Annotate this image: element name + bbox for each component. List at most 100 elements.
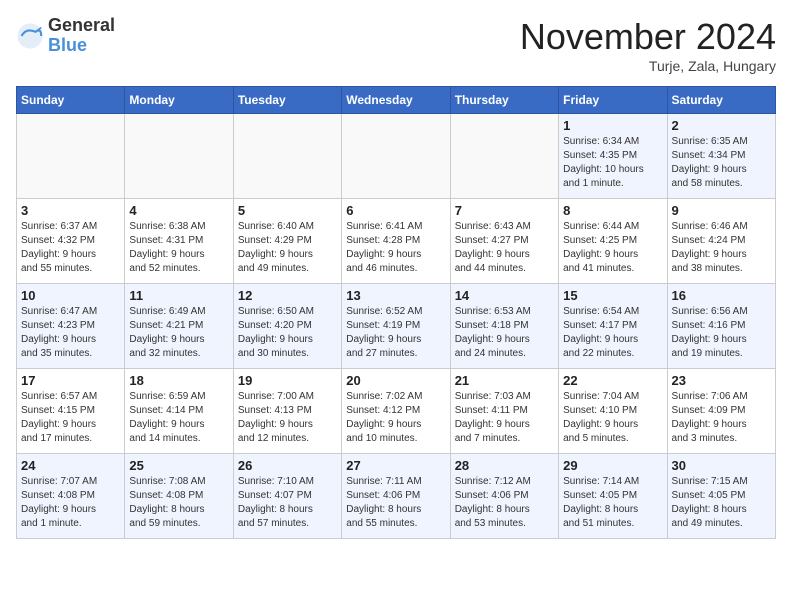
day-cell: 15 Sunrise: 6:54 AM Sunset: 4:17 PM Dayli… bbox=[559, 284, 667, 369]
header-row: SundayMondayTuesdayWednesdayThursdayFrid… bbox=[17, 87, 776, 114]
day-info: Sunrise: 6:49 AM Sunset: 4:21 PM Dayligh… bbox=[129, 305, 228, 361]
day-cell: 24 Sunrise: 7:07 AM Sunset: 4:08 PM Dayli… bbox=[17, 454, 125, 539]
header-cell-sunday: Sunday bbox=[17, 87, 125, 114]
day-info: Sunrise: 6:57 AM Sunset: 4:15 PM Dayligh… bbox=[21, 390, 120, 446]
week-row-1: 3Sunrise: 6:37 AM Sunset: 4:32 PM Daylig… bbox=[17, 199, 776, 284]
day-cell: 11 Sunrise: 6:49 AM Sunset: 4:21 PM Dayli… bbox=[125, 284, 233, 369]
day-cell bbox=[17, 114, 125, 199]
day-info: Sunrise: 6:47 AM Sunset: 4:23 PM Dayligh… bbox=[21, 305, 120, 361]
calendar-body: 1Sunrise: 6:34 AM Sunset: 4:35 PM Daylig… bbox=[17, 114, 776, 539]
day-cell bbox=[233, 114, 341, 199]
day-number: 9 bbox=[672, 203, 771, 218]
day-cell: 4 Sunrise: 6:38 AM Sunset: 4:31 PM Daylig… bbox=[125, 199, 233, 284]
day-number: 11 bbox=[129, 288, 228, 303]
day-cell bbox=[342, 114, 450, 199]
day-info: Sunrise: 6:54 AM Sunset: 4:17 PM Dayligh… bbox=[563, 305, 662, 361]
day-info: Sunrise: 7:06 AM Sunset: 4:09 PM Dayligh… bbox=[672, 390, 771, 446]
header-cell-friday: Friday bbox=[559, 87, 667, 114]
day-info: Sunrise: 7:10 AM Sunset: 4:07 PM Dayligh… bbox=[238, 475, 337, 531]
logo-blue: Blue bbox=[48, 36, 115, 56]
day-info: Sunrise: 6:44 AM Sunset: 4:25 PM Dayligh… bbox=[563, 220, 662, 276]
day-info: Sunrise: 6:40 AM Sunset: 4:29 PM Dayligh… bbox=[238, 220, 337, 276]
day-info: Sunrise: 6:34 AM Sunset: 4:35 PM Dayligh… bbox=[563, 135, 662, 191]
day-info: Sunrise: 6:53 AM Sunset: 4:18 PM Dayligh… bbox=[455, 305, 554, 361]
day-number: 4 bbox=[129, 203, 228, 218]
day-info: Sunrise: 6:52 AM Sunset: 4:19 PM Dayligh… bbox=[346, 305, 445, 361]
day-number: 19 bbox=[238, 373, 337, 388]
day-cell: 25Sunrise: 7:08 AM Sunset: 4:08 PM Dayli… bbox=[125, 454, 233, 539]
day-number: 24 bbox=[21, 458, 120, 473]
logo-general: General bbox=[48, 16, 115, 36]
day-cell: 29 Sunrise: 7:14 AM Sunset: 4:05 PM Dayli… bbox=[559, 454, 667, 539]
title-block: November 2024 Turje, Zala, Hungary bbox=[520, 16, 776, 74]
day-number: 16 bbox=[672, 288, 771, 303]
day-cell: 18 Sunrise: 6:59 AM Sunset: 4:14 PM Dayli… bbox=[125, 369, 233, 454]
day-number: 25 bbox=[129, 458, 228, 473]
day-cell: 28 Sunrise: 7:12 AM Sunset: 4:06 PM Dayli… bbox=[450, 454, 558, 539]
day-info: Sunrise: 6:59 AM Sunset: 4:14 PM Dayligh… bbox=[129, 390, 228, 446]
day-info: Sunrise: 7:03 AM Sunset: 4:11 PM Dayligh… bbox=[455, 390, 554, 446]
day-info: Sunrise: 7:12 AM Sunset: 4:06 PM Dayligh… bbox=[455, 475, 554, 531]
day-cell: 12 Sunrise: 6:50 AM Sunset: 4:20 PM Dayli… bbox=[233, 284, 341, 369]
day-info: Sunrise: 6:46 AM Sunset: 4:24 PM Dayligh… bbox=[672, 220, 771, 276]
week-row-3: 17Sunrise: 6:57 AM Sunset: 4:15 PM Dayli… bbox=[17, 369, 776, 454]
day-cell bbox=[125, 114, 233, 199]
day-info: Sunrise: 7:14 AM Sunset: 4:05 PM Dayligh… bbox=[563, 475, 662, 531]
calendar-header: SundayMondayTuesdayWednesdayThursdayFrid… bbox=[17, 87, 776, 114]
day-number: 5 bbox=[238, 203, 337, 218]
day-cell: 3Sunrise: 6:37 AM Sunset: 4:32 PM Daylig… bbox=[17, 199, 125, 284]
day-info: Sunrise: 6:43 AM Sunset: 4:27 PM Dayligh… bbox=[455, 220, 554, 276]
day-number: 12 bbox=[238, 288, 337, 303]
day-number: 27 bbox=[346, 458, 445, 473]
day-number: 15 bbox=[563, 288, 662, 303]
day-cell: 23Sunrise: 7:06 AM Sunset: 4:09 PM Dayli… bbox=[667, 369, 775, 454]
header-cell-monday: Monday bbox=[125, 87, 233, 114]
day-cell: 7Sunrise: 6:43 AM Sunset: 4:27 PM Daylig… bbox=[450, 199, 558, 284]
day-info: Sunrise: 6:35 AM Sunset: 4:34 PM Dayligh… bbox=[672, 135, 771, 191]
day-info: Sunrise: 7:07 AM Sunset: 4:08 PM Dayligh… bbox=[21, 475, 120, 531]
page-header: General Blue November 2024 Turje, Zala, … bbox=[16, 16, 776, 74]
day-number: 6 bbox=[346, 203, 445, 218]
day-cell bbox=[450, 114, 558, 199]
day-info: Sunrise: 6:50 AM Sunset: 4:20 PM Dayligh… bbox=[238, 305, 337, 361]
week-row-4: 24 Sunrise: 7:07 AM Sunset: 4:08 PM Dayli… bbox=[17, 454, 776, 539]
month-title: November 2024 bbox=[520, 16, 776, 58]
logo-icon bbox=[16, 22, 44, 50]
day-number: 18 bbox=[129, 373, 228, 388]
day-info: Sunrise: 7:00 AM Sunset: 4:13 PM Dayligh… bbox=[238, 390, 337, 446]
day-number: 26 bbox=[238, 458, 337, 473]
day-number: 28 bbox=[455, 458, 554, 473]
day-cell: 22Sunrise: 7:04 AM Sunset: 4:10 PM Dayli… bbox=[559, 369, 667, 454]
day-cell: 26 Sunrise: 7:10 AM Sunset: 4:07 PM Dayli… bbox=[233, 454, 341, 539]
day-cell: 16 Sunrise: 6:56 AM Sunset: 4:16 PM Dayli… bbox=[667, 284, 775, 369]
day-number: 20 bbox=[346, 373, 445, 388]
day-number: 29 bbox=[563, 458, 662, 473]
day-info: Sunrise: 6:56 AM Sunset: 4:16 PM Dayligh… bbox=[672, 305, 771, 361]
day-cell: 21Sunrise: 7:03 AM Sunset: 4:11 PM Dayli… bbox=[450, 369, 558, 454]
day-info: Sunrise: 6:41 AM Sunset: 4:28 PM Dayligh… bbox=[346, 220, 445, 276]
day-info: Sunrise: 7:04 AM Sunset: 4:10 PM Dayligh… bbox=[563, 390, 662, 446]
header-cell-saturday: Saturday bbox=[667, 87, 775, 114]
day-info: Sunrise: 6:38 AM Sunset: 4:31 PM Dayligh… bbox=[129, 220, 228, 276]
day-cell: 8 Sunrise: 6:44 AM Sunset: 4:25 PM Daylig… bbox=[559, 199, 667, 284]
header-cell-thursday: Thursday bbox=[450, 87, 558, 114]
day-cell: 5 Sunrise: 6:40 AM Sunset: 4:29 PM Daylig… bbox=[233, 199, 341, 284]
day-cell: 14 Sunrise: 6:53 AM Sunset: 4:18 PM Dayli… bbox=[450, 284, 558, 369]
day-cell: 17Sunrise: 6:57 AM Sunset: 4:15 PM Dayli… bbox=[17, 369, 125, 454]
day-info: Sunrise: 7:15 AM Sunset: 4:05 PM Dayligh… bbox=[672, 475, 771, 531]
day-info: Sunrise: 7:11 AM Sunset: 4:06 PM Dayligh… bbox=[346, 475, 445, 531]
day-cell: 27 Sunrise: 7:11 AM Sunset: 4:06 PM Dayli… bbox=[342, 454, 450, 539]
day-cell: 13 Sunrise: 6:52 AM Sunset: 4:19 PM Dayli… bbox=[342, 284, 450, 369]
day-cell: 9 Sunrise: 6:46 AM Sunset: 4:24 PM Daylig… bbox=[667, 199, 775, 284]
day-cell: 1Sunrise: 6:34 AM Sunset: 4:35 PM Daylig… bbox=[559, 114, 667, 199]
week-row-2: 10Sunrise: 6:47 AM Sunset: 4:23 PM Dayli… bbox=[17, 284, 776, 369]
logo: General Blue bbox=[16, 16, 115, 56]
day-info: Sunrise: 7:02 AM Sunset: 4:12 PM Dayligh… bbox=[346, 390, 445, 446]
day-number: 13 bbox=[346, 288, 445, 303]
day-cell: 19 Sunrise: 7:00 AM Sunset: 4:13 PM Dayli… bbox=[233, 369, 341, 454]
day-number: 8 bbox=[563, 203, 662, 218]
week-row-0: 1Sunrise: 6:34 AM Sunset: 4:35 PM Daylig… bbox=[17, 114, 776, 199]
day-cell: 10Sunrise: 6:47 AM Sunset: 4:23 PM Dayli… bbox=[17, 284, 125, 369]
day-cell: 6 Sunrise: 6:41 AM Sunset: 4:28 PM Daylig… bbox=[342, 199, 450, 284]
day-number: 14 bbox=[455, 288, 554, 303]
